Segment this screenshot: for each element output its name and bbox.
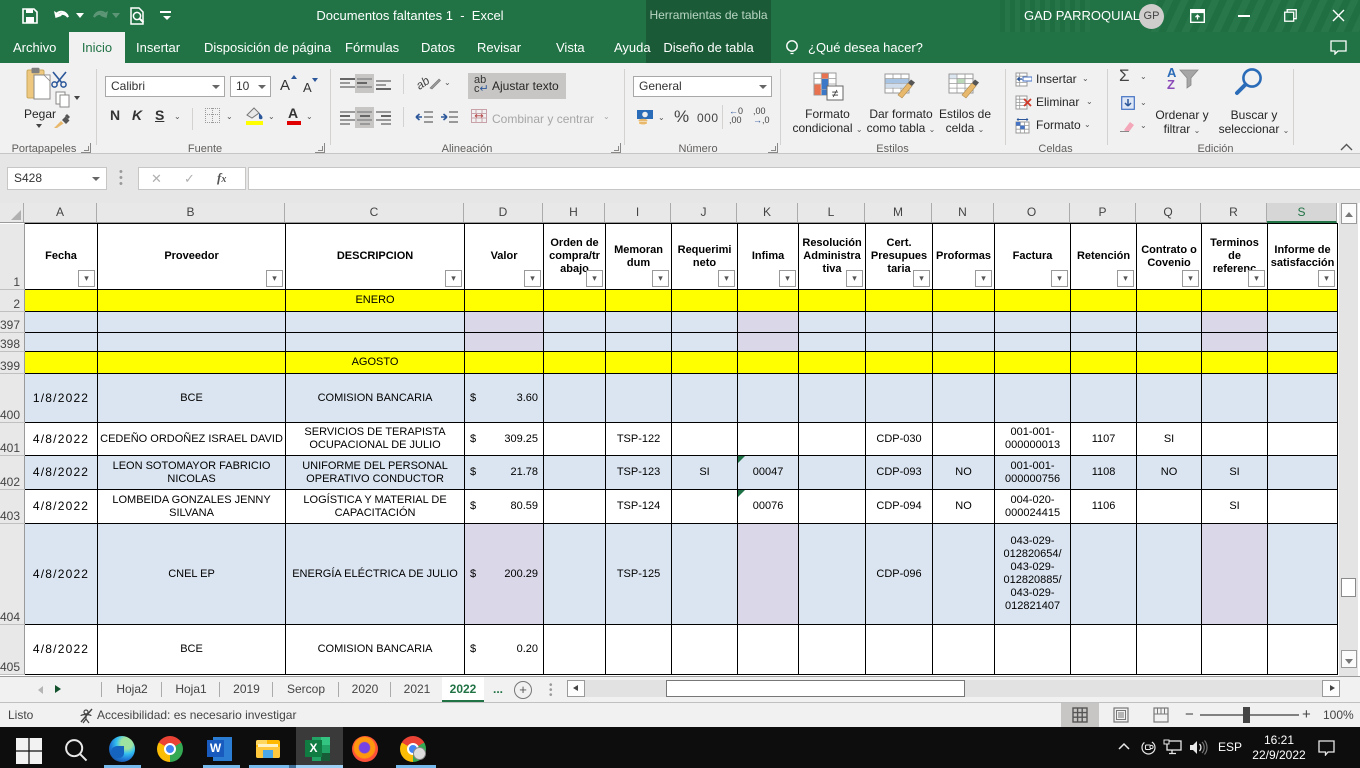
svg-text:≠: ≠	[832, 87, 839, 101]
